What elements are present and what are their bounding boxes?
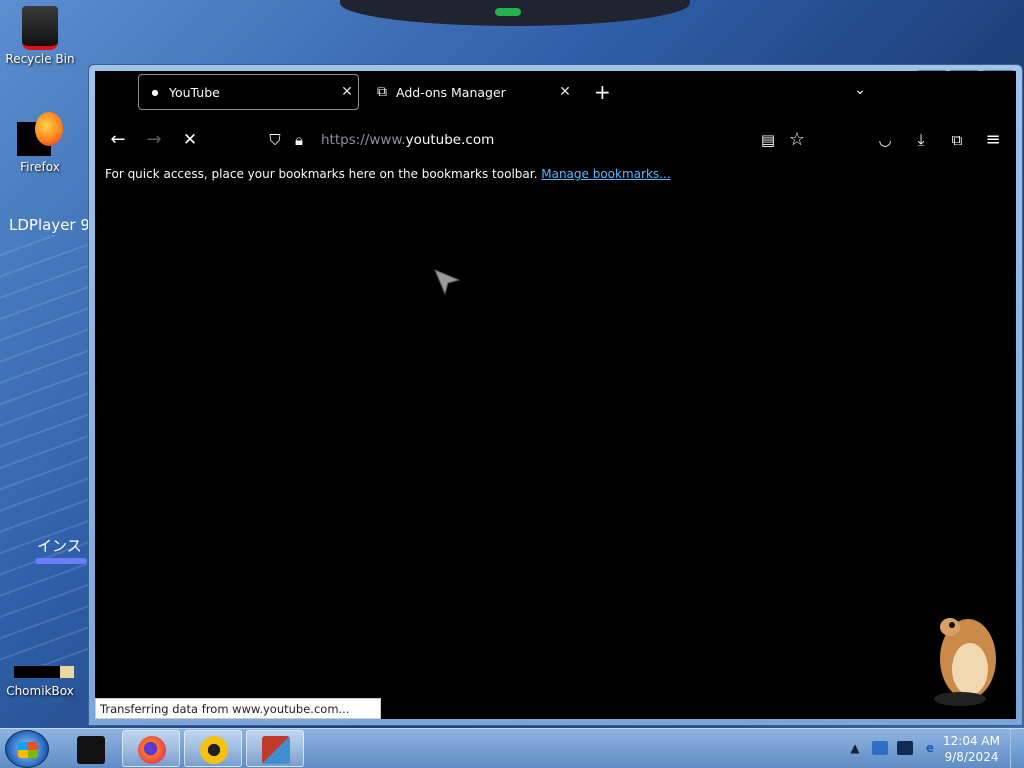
taskbar: ▲ e 12:04 AM 9/8/2024 [0, 728, 1024, 768]
firefox-icon [138, 736, 166, 764]
url-bar[interactable]: ⛉ 🔒︎ https://www. youtube.com [263, 127, 783, 153]
monitor-icon[interactable] [897, 741, 913, 755]
chomikbox-icon[interactable] [14, 666, 74, 678]
status-led [495, 8, 521, 16]
menu-hamburger-icon[interactable]: ≡ [980, 127, 1006, 153]
reader-view-icon[interactable]: ▤ [755, 127, 781, 153]
desktop-icon-label: Recycle Bin [5, 52, 75, 66]
taskbar-remote-desktop[interactable] [246, 730, 304, 767]
ldplayer-icon [200, 736, 228, 764]
desktop-icon-firefox[interactable]: Firefox [0, 112, 80, 174]
new-tab-button[interactable]: + [594, 82, 611, 102]
ie-icon[interactable]: e [922, 741, 938, 755]
bookmark-star-icon[interactable]: ☆ [784, 127, 810, 153]
taskbar-firefox[interactable] [122, 730, 180, 767]
status-panel: Transferring data from www.youtube.com..… [95, 698, 381, 719]
manage-bookmarks-link[interactable]: Manage bookmarks... [541, 167, 670, 181]
install-progress-bar [35, 558, 87, 564]
show-desktop-button[interactable] [1010, 729, 1024, 768]
start-button[interactable] [5, 730, 49, 768]
taskbar-ldplayer[interactable] [184, 730, 242, 767]
network-icon[interactable] [872, 741, 888, 755]
forward-button[interactable]: → [141, 127, 167, 153]
desktop-icon-chomikbox[interactable]: ChomikBox [0, 682, 80, 698]
downloads-icon[interactable]: ⤓ [908, 127, 934, 153]
lock-icon[interactable]: 🔒︎ [287, 131, 311, 149]
navigation-toolbar: ← → ✕ ⛉ 🔒︎ https://www. youtube.com ▤ ☆ ◡… [95, 119, 1016, 161]
taskbar-clock[interactable]: 12:04 AM 9/8/2024 [943, 733, 1000, 765]
bookmarks-toolbar: For quick access, place your bookmarks h… [105, 167, 671, 181]
firefox-window: ▁ □ ✕ ● YouTube ✕ ⧉ Add-ons Manager ✕ + … [88, 64, 1023, 726]
tab-addons-manager[interactable]: ⧉ Add-ons Manager ✕ [366, 74, 576, 110]
top-notch-decoration [340, 0, 690, 26]
ldplayer-background [0, 235, 88, 665]
desktop-icon-label: ChomikBox [6, 684, 74, 698]
browser-client-area: ● YouTube ✕ ⧉ Add-ons Manager ✕ + ⌄ ← → … [95, 71, 1016, 719]
stop-loading-button[interactable]: ✕ [177, 127, 203, 153]
clock-time: 12:04 AM [943, 734, 1000, 748]
back-button[interactable]: ← [105, 127, 131, 153]
url-scheme: https://www. [321, 132, 406, 148]
shield-icon[interactable]: ⛉ [263, 131, 287, 149]
tab-title: YouTube [169, 84, 220, 100]
show-hidden-icons-icon[interactable]: ▲ [847, 741, 863, 755]
tab-title: Add-ons Manager [396, 84, 506, 100]
clock-date: 9/8/2024 [944, 750, 999, 764]
recycle-bin-icon [22, 6, 58, 50]
mouse-pointer-icon [434, 269, 461, 296]
tab-youtube[interactable]: ● YouTube ✕ [138, 74, 359, 110]
tab-close-icon[interactable]: ✕ [336, 84, 358, 100]
loading-dot-icon: ● [151, 87, 159, 97]
list-all-tabs-button[interactable]: ⌄ [854, 82, 866, 98]
desktop-icon-label: Firefox [20, 160, 60, 174]
taskbar-file-manager[interactable] [61, 730, 119, 767]
system-tray: ▲ e [847, 741, 938, 755]
remote-desktop-icon [262, 736, 290, 764]
folder-icon [77, 736, 105, 764]
tab-close-icon[interactable]: ✕ [554, 84, 576, 100]
hamster-mascot-icon [934, 618, 996, 706]
bookmarks-empty-message: For quick access, place your bookmarks h… [105, 167, 538, 181]
firefox-icon [17, 112, 63, 158]
install-label: インス [37, 537, 82, 555]
ldplayer-window-title[interactable]: LDPlayer 9. [9, 216, 95, 234]
tab-bar: ● YouTube ✕ ⧉ Add-ons Manager ✕ + ⌄ [95, 71, 1016, 115]
windows-logo-icon [18, 742, 38, 758]
extensions-icon[interactable]: ⧉ [944, 127, 970, 153]
desktop-icon-recycle-bin[interactable]: Recycle Bin [0, 6, 80, 66]
url-host: youtube.com [405, 132, 495, 148]
pocket-icon[interactable]: ◡ [872, 127, 898, 153]
puzzle-icon: ⧉ [377, 84, 387, 100]
